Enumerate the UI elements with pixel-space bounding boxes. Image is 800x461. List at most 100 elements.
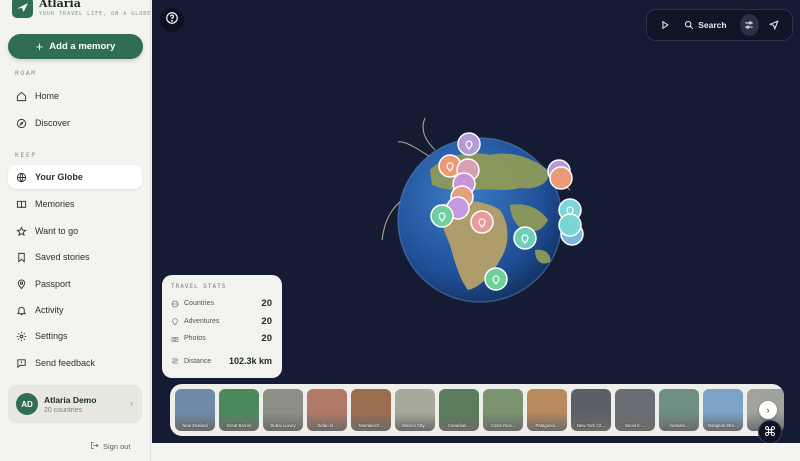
help-icon: [165, 11, 179, 30]
locate-button[interactable]: [765, 14, 784, 36]
memory-card[interactable]: Patagonia...: [527, 389, 567, 431]
map-pin-icon: [171, 317, 181, 326]
star-icon: [16, 225, 27, 237]
memory-card[interactable]: Mexico City...: [395, 389, 435, 431]
book-icon: [16, 199, 27, 210]
memory-card[interactable]: Great Barrier: [219, 389, 259, 431]
carousel-next-button[interactable]: ›: [759, 401, 777, 419]
memory-carousel: New Zealand Great Barrier Dubai Luxury Safa…: [170, 384, 784, 436]
stat-value: 20: [261, 333, 272, 344]
stat-label: Adventures: [184, 318, 220, 325]
nav-item-saved-stories[interactable]: Saved stories: [8, 245, 142, 269]
memory-marker[interactable]: [457, 132, 481, 156]
search-button[interactable]: Search: [682, 14, 727, 36]
globe[interactable]: [370, 110, 590, 310]
feedback-icon: [16, 358, 27, 369]
chevron-right-icon: ›: [130, 398, 133, 408]
memory-card-label: Great Barrier: [226, 423, 252, 428]
nav-item-memories[interactable]: Memories: [8, 192, 142, 216]
nav-item-discover[interactable]: Discover: [8, 111, 142, 135]
filter-button[interactable]: [739, 14, 759, 36]
memory-card[interactable]: Costa Rica...: [483, 389, 523, 431]
help-button[interactable]: [160, 8, 184, 32]
memory-card[interactable]: Seoul K-...: [615, 389, 655, 431]
search-icon: [682, 14, 696, 36]
memory-card[interactable]: Canadian...: [439, 389, 479, 431]
bottom-strip: [152, 443, 800, 461]
search-label: Search: [698, 20, 727, 30]
nav-item-passport[interactable]: Passport: [8, 272, 142, 296]
brand-name: Atlaria: [39, 0, 81, 10]
add-memory-button[interactable]: + Add a memory: [8, 34, 143, 59]
memory-card[interactable]: Bangkok Stre...: [703, 389, 743, 431]
memory-card-label: Costa Rica...: [490, 423, 516, 428]
user-card[interactable]: AD Atlaria Demo 20 countries ›: [8, 385, 142, 423]
compass-icon: [16, 118, 27, 129]
command-icon: ⌘: [763, 424, 777, 439]
nav-item-home[interactable]: Home: [8, 84, 142, 108]
memory-marker[interactable]: [430, 204, 454, 228]
memory-card-label: Vietnam...: [669, 423, 689, 428]
memory-card-label: Safari in...: [317, 423, 337, 428]
memory-card-label: New York Cit...: [576, 423, 606, 428]
memory-marker[interactable]: [484, 267, 508, 291]
memory-marker[interactable]: [558, 213, 582, 237]
stat-label: Countries: [184, 300, 214, 307]
stat-value: 102.3k km: [228, 356, 272, 366]
memory-marker[interactable]: [549, 166, 573, 190]
bookmark-icon: [16, 252, 27, 263]
home-icon: [16, 91, 27, 102]
memory-card[interactable]: Marrakech...: [351, 389, 391, 431]
nav-item-want-to-go[interactable]: Want to go: [8, 219, 142, 243]
route-icon: [171, 357, 181, 365]
stat-countries: Countries 20: [171, 298, 272, 309]
plus-icon: +: [35, 38, 44, 54]
sign-out-label: Sign out: [103, 442, 131, 451]
memory-card-label: New Zealand: [182, 423, 208, 428]
bell-icon: [16, 305, 27, 316]
memory-marker[interactable]: [470, 210, 494, 234]
memory-card-label: Seoul K-...: [624, 423, 646, 428]
sliders-icon: [745, 21, 753, 29]
nav-item-send-feedback[interactable]: Send feedback: [8, 351, 142, 375]
stat-value: 20: [261, 298, 272, 309]
memory-card[interactable]: Safari in...: [307, 389, 347, 431]
add-memory-label: Add a memory: [49, 41, 116, 52]
nav-item-label: Settings: [35, 331, 68, 341]
nav-item-label: Memories: [35, 199, 75, 209]
globe-icon: [16, 172, 27, 183]
memory-marker[interactable]: [513, 226, 537, 250]
sign-out-icon: [90, 441, 99, 452]
user-subtitle: 20 countries: [44, 406, 83, 414]
globe-view[interactable]: Search TRAVEL STATS Countries 20 Adventu…: [152, 0, 800, 443]
avatar: AD: [16, 393, 38, 415]
nav-item-label: Passport: [35, 279, 71, 289]
memory-card-label: Patagonia...: [535, 423, 559, 428]
nav-item-label: Home: [35, 91, 60, 101]
memory-card-label: Canadian...: [448, 423, 470, 428]
nav-item-settings[interactable]: Settings: [8, 324, 142, 348]
stat-photos: Photos 20: [171, 333, 272, 344]
command-menu-button[interactable]: ⌘: [758, 420, 782, 443]
memory-card[interactable]: Vietnam...: [659, 389, 699, 431]
stat-distance: Distance 102.3k km: [171, 356, 272, 366]
nav-item-label: Your Globe: [35, 172, 83, 182]
play-button[interactable]: [655, 14, 674, 36]
nav-item-activity[interactable]: Activity: [8, 298, 142, 322]
nav-item-your-globe[interactable]: Your Globe: [8, 165, 142, 189]
nav-item-label: Send feedback: [35, 358, 96, 368]
memory-card-label: Bangkok Stre...: [708, 423, 738, 428]
memory-card-label: Dubai Luxury: [270, 423, 296, 428]
gear-icon: [16, 331, 27, 342]
memory-card[interactable]: New Zealand: [175, 389, 215, 431]
travel-stats-panel: TRAVEL STATS Countries 20 Adventures 20 …: [162, 275, 282, 378]
brand[interactable]: Atlaria YOUR TRAVEL LIFE, ON A GLOBE: [12, 0, 151, 20]
memory-card[interactable]: Dubai Luxury: [263, 389, 303, 431]
sidebar: Atlaria YOUR TRAVEL LIFE, ON A GLOBE + A…: [0, 0, 151, 461]
sign-out-button[interactable]: Sign out: [90, 441, 131, 452]
chevron-right-icon: ›: [766, 405, 770, 415]
globe-icon: [171, 300, 181, 308]
memory-card[interactable]: New York Cit...: [571, 389, 611, 431]
map-pin-icon: [16, 279, 27, 290]
brand-tagline: YOUR TRAVEL LIFE, ON A GLOBE: [39, 10, 152, 17]
